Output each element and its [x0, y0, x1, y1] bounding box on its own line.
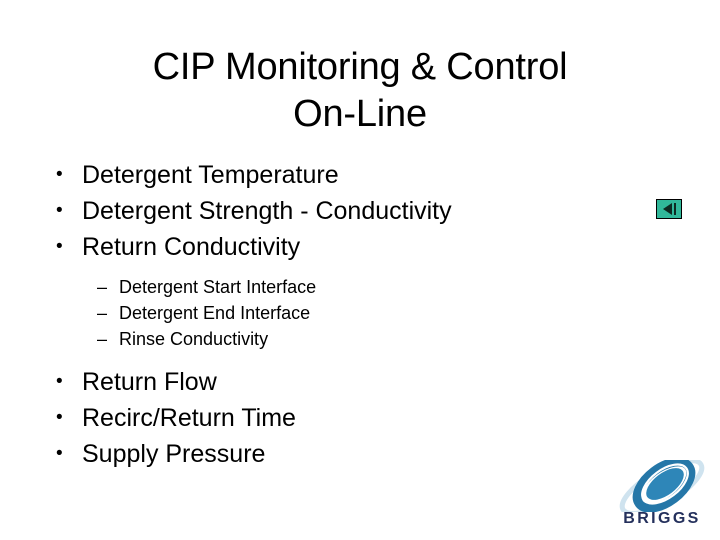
dash-marker-icon: – [97, 277, 108, 297]
sub-list-item: – Detergent End Interface [56, 300, 616, 326]
bullet-marker-icon: • [56, 371, 63, 392]
dash-marker-icon: – [97, 303, 108, 323]
slide: CIP Monitoring & Control On-Line • Deter… [0, 0, 720, 540]
bullet-marker-icon: • [56, 200, 63, 221]
page-title: CIP Monitoring & Control On-Line [152, 46, 568, 135]
list-item: • Supply Pressure [56, 436, 616, 472]
bullet-marker-icon: • [56, 236, 63, 257]
list-item: • Return Flow [56, 364, 616, 400]
list-item-label: Detergent Temperature [82, 161, 339, 189]
list-item: • Recirc/Return Time [56, 400, 616, 436]
list-item: • Detergent Strength - Conductivity [56, 193, 616, 229]
sub-list-item-label: Detergent End Interface [119, 303, 311, 323]
sub-list-item: – Rinse Conductivity [56, 326, 616, 352]
list-item-label: Detergent Strength - Conductivity [82, 197, 452, 225]
sub-list-item: – Detergent Start Interface [56, 274, 616, 300]
list-item-label: Return Flow [82, 368, 217, 396]
list-item: • Detergent Temperature [56, 157, 616, 193]
bullet-marker-icon: • [56, 164, 63, 185]
content-bullet-list: • Detergent Temperature • Detergent Stre… [56, 157, 616, 472]
briggs-logo: BRIGGS [612, 460, 712, 536]
triangle-left-icon [662, 203, 672, 215]
list-item: • Return Conductivity [56, 229, 616, 265]
dash-marker-icon: – [97, 329, 108, 349]
list-item-label: Recirc/Return Time [82, 404, 296, 432]
list-item-label: Return Conductivity [82, 233, 301, 261]
bullet-marker-icon: • [56, 407, 63, 428]
bullet-marker-icon: • [56, 443, 63, 464]
sub-list-item-label: Detergent Start Interface [119, 277, 317, 297]
sub-list-item-label: Rinse Conductivity [119, 329, 269, 349]
list-item-label: Supply Pressure [82, 440, 266, 468]
swoosh-icon [619, 460, 705, 512]
bar-glyph-icon [673, 203, 676, 215]
briggs-wordmark: BRIGGS [623, 510, 701, 527]
previous-slide-icon[interactable] [656, 199, 682, 219]
